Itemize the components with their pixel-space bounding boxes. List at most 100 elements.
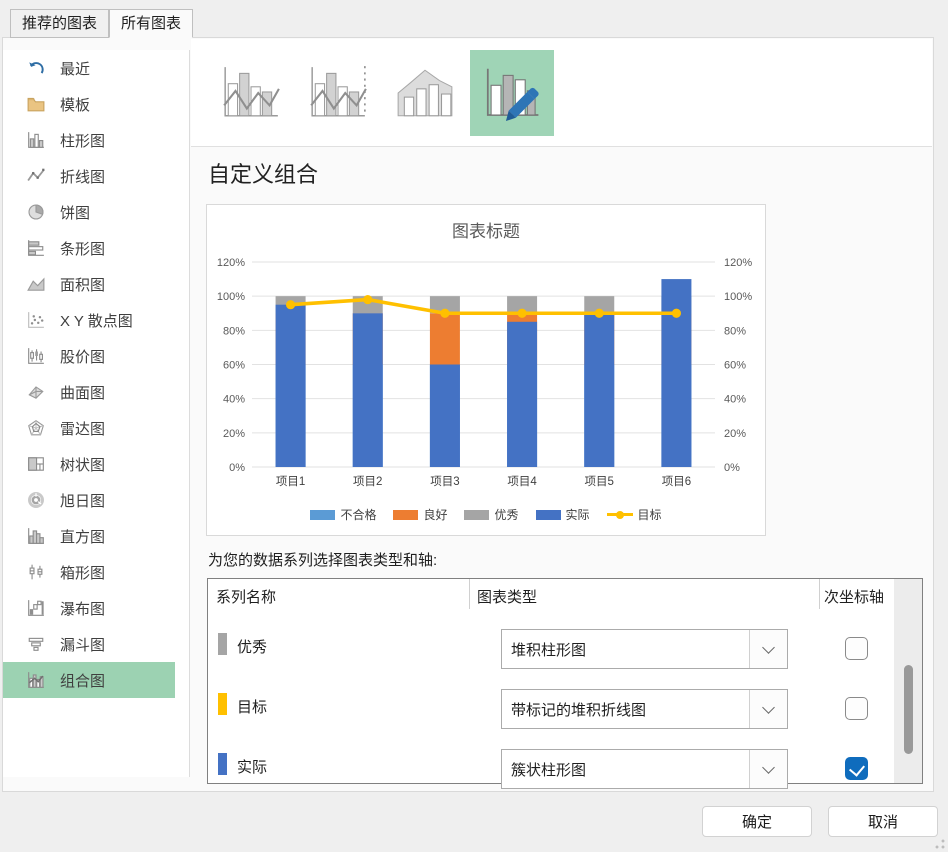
sidebar-item-label: 面积图: [60, 276, 106, 294]
legend-label: 目标: [637, 508, 662, 522]
sidebar-item-surface[interactable]: 曲面图: [3, 374, 189, 410]
sidebar-item-label: 瀑布图: [60, 600, 106, 618]
tab-bar: 推荐的图表 所有图表: [10, 9, 194, 38]
sidebar-item-label: 漏斗图: [60, 636, 106, 654]
sidebar-item-sunburst[interactable]: 旭日图: [3, 482, 189, 518]
recent-icon: [29, 62, 44, 74]
combo-type-clustered-column-line[interactable]: [209, 50, 293, 136]
tab-recommended-charts[interactable]: 推荐的图表: [10, 9, 110, 38]
sidebar-item-label: 树状图: [60, 456, 106, 474]
scatter-icon: [28, 312, 44, 328]
series-color-swatch: [218, 693, 227, 715]
svg-text:60%: 60%: [724, 360, 746, 372]
series-name: 目标: [237, 699, 268, 716]
secondary-axis-checkbox-实际[interactable]: [845, 757, 868, 780]
svg-text:100%: 100%: [724, 291, 752, 303]
sidebar-item-combo[interactable]: 组合图: [3, 662, 175, 698]
legend-swatch: [310, 509, 336, 520]
svg-text:40%: 40%: [724, 394, 746, 406]
legend-swatch: [393, 509, 419, 520]
dropdown-button[interactable]: [749, 630, 787, 668]
secondary-axis-checkbox-优秀[interactable]: [845, 637, 868, 660]
sidebar-item-column[interactable]: 柱形图: [3, 122, 189, 158]
combo-type-strip: [191, 39, 932, 147]
sunburst-icon: [28, 492, 44, 508]
chart-type-dropdown-目标[interactable]: 带标记的堆积折线图: [501, 689, 788, 729]
sidebar-item-label: 雷达图: [60, 420, 106, 438]
chevron-down-icon: [762, 760, 775, 774]
chart-type-value: 堆积柱形图: [511, 641, 587, 659]
column-header-secondary-axis: 次坐标轴: [824, 589, 885, 606]
sidebar-item-label: 旭日图: [60, 492, 106, 510]
templates-icon: [27, 97, 45, 112]
svg-text:80%: 80%: [223, 325, 245, 337]
sidebar-item-stock[interactable]: 股价图: [3, 338, 189, 374]
combo-type-clustered-column-line-secondary-axis[interactable]: [296, 50, 380, 136]
legend-item-不合格: 不合格: [310, 506, 376, 523]
sidebar-item-label: 折线图: [60, 168, 106, 186]
sidebar-item-recent[interactable]: 最近: [3, 50, 189, 86]
sidebar-item-bar[interactable]: 条形图: [3, 230, 189, 266]
sidebar-item-scatter[interactable]: X Y 散点图: [3, 302, 189, 338]
legend-label: 良好: [423, 508, 448, 522]
chart-type-sidebar: 最近 模板 柱形图折线图饼图条形图面积图 X Y 散点图 股价图曲面图雷达图树状图旭日图…: [3, 50, 189, 777]
chart-type-value: 带标记的堆积折线图: [511, 701, 647, 719]
svg-text:项目2: 项目2: [353, 475, 382, 488]
sidebar-item-histogram[interactable]: 直方图: [3, 518, 189, 554]
sidebar-item-waterfall[interactable]: 瀑布图: [3, 590, 189, 626]
legend-swatch: [535, 509, 561, 520]
sidebar-item-boxwhisker[interactable]: 箱形图: [3, 554, 189, 590]
secondary-axis-checkbox-目标[interactable]: [845, 697, 868, 720]
sidebar-item-templates[interactable]: 模板: [3, 86, 189, 122]
combo-type-stacked-area-clustered-column[interactable]: [383, 50, 467, 136]
svg-text:项目1: 项目1: [276, 475, 305, 488]
sidebar-item-funnel[interactable]: 漏斗图: [3, 626, 189, 662]
radar-icon: [28, 420, 44, 436]
sidebar-item-label: 组合图: [60, 672, 106, 690]
dropdown-button[interactable]: [749, 690, 787, 728]
sidebar-item-label: 条形图: [60, 240, 106, 258]
column-divider: [469, 579, 470, 609]
cancel-button[interactable]: 取消: [828, 806, 938, 837]
combo-type-custom-combination[interactable]: [470, 49, 554, 136]
legend-label: 实际: [565, 508, 590, 522]
chart-type-dropdown-实际[interactable]: 簇状柱形图: [501, 749, 788, 789]
svg-text:40%: 40%: [223, 394, 245, 406]
ok-button[interactable]: 确定: [702, 806, 812, 837]
table-scrollbar-thumb[interactable]: [904, 665, 913, 754]
sidebar-item-label: 直方图: [60, 528, 106, 546]
sidebar-item-label: 股价图: [60, 348, 106, 366]
sidebar-item-area[interactable]: 面积图: [3, 266, 189, 302]
series-name: 优秀: [237, 639, 268, 656]
sidebar-item-pie[interactable]: 饼图: [3, 194, 189, 230]
dropdown-button[interactable]: [749, 750, 787, 788]
svg-text:120%: 120%: [724, 257, 752, 269]
chart-legend: 不合格 良好 优秀 实际 目标: [207, 506, 765, 523]
chart-title: 图表标题: [452, 222, 520, 241]
combo-content: 自定义组合 0% 0% 20% 20% 40% 40% 60% 60% 80% 80% 100% 10…: [190, 38, 933, 791]
tab-all-charts[interactable]: 所有图表: [109, 9, 194, 38]
legend-item-目标: 目标: [606, 506, 662, 523]
legend-item-良好: 良好: [393, 506, 447, 523]
legend-swatch: [464, 509, 490, 520]
column-header-series-name: 系列名称: [216, 589, 277, 606]
resize-grip[interactable]: [935, 839, 945, 849]
sidebar-item-radar[interactable]: 雷达图: [3, 410, 189, 446]
column-divider: [819, 579, 820, 609]
svg-text:60%: 60%: [223, 360, 245, 372]
line-icon: [27, 168, 45, 182]
chart-type-dropdown-优秀[interactable]: 堆积柱形图: [501, 629, 788, 669]
funnel-icon: [28, 637, 44, 651]
table-scrollbar[interactable]: [894, 579, 922, 783]
sidebar-item-treemap[interactable]: 树状图: [3, 446, 189, 482]
waterfall-icon: [28, 600, 44, 616]
boxwhisker-icon: [29, 564, 43, 580]
all-charts-panel: 最近 模板 柱形图折线图饼图条形图面积图 X Y 散点图 股价图曲面图雷达图树状图旭日图…: [2, 37, 934, 792]
sidebar-item-line[interactable]: 折线图: [3, 158, 189, 194]
sidebar-item-label: X Y 散点图: [60, 312, 133, 330]
column-icon: [28, 132, 44, 148]
series-color-swatch: [218, 753, 227, 775]
sidebar-item-label: 箱形图: [60, 564, 106, 582]
series-table: 系列名称 图表类型 次坐标轴 优秀 堆积柱形图 目标 带标记的堆积折线图 实际 簇状柱形图: [207, 578, 923, 789]
chevron-down-icon: [762, 640, 775, 654]
